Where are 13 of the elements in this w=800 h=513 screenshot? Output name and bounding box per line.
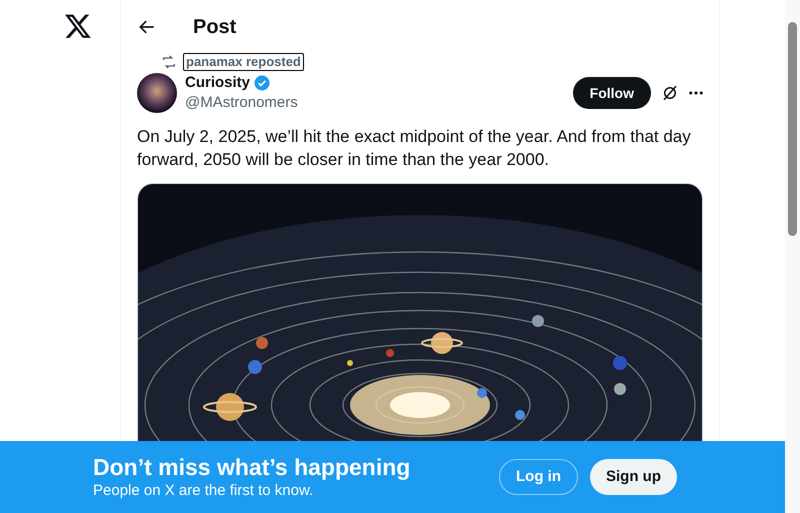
follow-button[interactable]: Follow — [572, 77, 651, 109]
avatar[interactable] — [137, 73, 177, 113]
post-text: On July 2, 2025, we’ll hit the exact midpoint of the year. And from that day forward, 2050 will be closer in time than the year 2000. — [137, 126, 692, 171]
page-title: Post — [193, 14, 236, 40]
banner-title: Don’t miss what’s happening — [93, 453, 412, 481]
banner-subtitle: People on X are the first to know. — [93, 481, 314, 501]
repost-icon — [161, 54, 177, 70]
author-name[interactable]: Curiosity — [185, 73, 250, 93]
x-logo-icon[interactable] — [64, 12, 92, 40]
sign-up-button[interactable]: Sign up — [590, 459, 677, 495]
author-handle[interactable]: @MAstronomers — [185, 93, 298, 113]
scrollbar[interactable] — [785, 0, 800, 513]
repost-label[interactable]: panamax reposted — [183, 53, 304, 71]
